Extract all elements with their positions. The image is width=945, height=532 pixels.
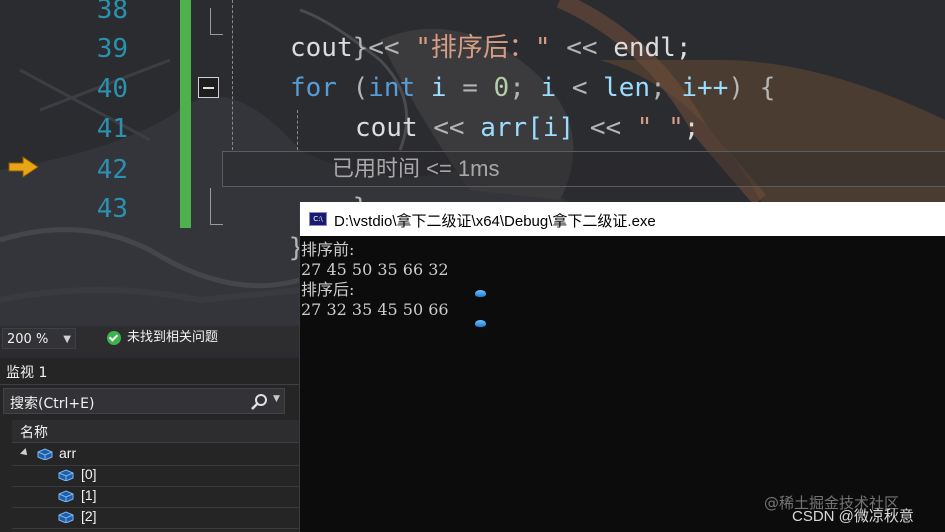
console-output-line: 排序后:: [301, 280, 355, 299]
search-placeholder: 搜索(Ctrl+E): [10, 396, 95, 412]
variable-icon: [58, 469, 74, 481]
current-statement-arrow-icon: [8, 156, 39, 178]
code-string: "排序后：": [415, 33, 551, 63]
watch-column-header: 名称: [12, 420, 299, 443]
code-token: len: [603, 73, 651, 103]
check-circle-icon: [107, 331, 121, 345]
watch-search-input[interactable]: 搜索(Ctrl+E) ▼: [3, 388, 285, 414]
line-number: 43: [96, 194, 128, 224]
code-token: {: [759, 73, 776, 103]
variable-icon: [58, 511, 74, 523]
variable-icon: [58, 490, 74, 502]
code-string: " ": [636, 113, 684, 143]
console-output-line: 排序前:: [301, 240, 355, 259]
watermark: CSDN @微凉秋意: [792, 508, 914, 525]
code-line-41: cout << arr[i] << " ";: [355, 108, 699, 148]
watch-row-label: [0]: [81, 466, 97, 482]
watch-row-arr[interactable]: arr: [12, 444, 299, 466]
code-token: ;: [650, 73, 666, 103]
collapse-toggle-icon[interactable]: [198, 77, 219, 98]
block-guide-bracket: [210, 188, 223, 225]
code-line-40: for (int i = 0; i < len; i++) {: [290, 68, 775, 108]
code-token: cout: [290, 33, 353, 63]
console-titlebar[interactable]: C:\ D:\vstdio\拿下二级证\x64\Debug\拿下二级证.exe: [300, 202, 945, 236]
code-line-39: cout << "排序后：" << endl;: [290, 28, 691, 68]
issues-status[interactable]: 未找到相关问题: [127, 329, 218, 347]
code-token: <<: [566, 33, 598, 63]
watch-row-element[interactable]: [2]: [12, 507, 299, 529]
divider: [0, 384, 299, 385]
chevron-down-icon: ▼: [63, 334, 71, 345]
perf-tip[interactable]: 已用时间 <= 1ms: [332, 152, 499, 186]
console-window[interactable]: C:\ D:\vstdio\拿下二级证\x64\Debug\拿下二级证.exe …: [299, 202, 945, 532]
code-token: ): [728, 73, 745, 103]
code-number: 0: [493, 73, 510, 103]
cursor-decoration-icon: [475, 320, 486, 327]
watch-panel: 监视 1 搜索(Ctrl+E) ▼ 名称 arr [0] [1] [2]: [0, 358, 299, 532]
indent-guide: [297, 110, 298, 150]
line-number: 39: [96, 34, 128, 64]
code-token: <<: [368, 33, 400, 63]
line-number: 42: [96, 155, 128, 185]
line-number: 38: [96, 0, 128, 25]
code-token: i: [540, 73, 557, 103]
zoom-select[interactable]: 200 % ▼: [2, 328, 76, 349]
chevron-down-icon[interactable]: ▼: [273, 394, 280, 404]
search-icon[interactable]: [250, 393, 268, 411]
cursor-decoration-icon: [475, 290, 486, 297]
watch-row-element[interactable]: [0]: [12, 465, 299, 487]
watch-row-label: [1]: [81, 487, 97, 503]
console-app-icon: C:\: [309, 212, 327, 226]
code-keyword: int: [368, 73, 416, 103]
code-token: cout: [355, 113, 418, 143]
block-guide-bracket: [210, 8, 223, 35]
code-token: i++: [681, 73, 729, 103]
code-token: ;: [509, 73, 525, 103]
editor-status-strip: 200 % ▼ 未找到相关问题: [0, 326, 299, 351]
watch-row-label: arr: [59, 445, 77, 461]
code-token: endl: [613, 33, 676, 63]
variable-icon: [37, 448, 53, 460]
code-token: ;: [683, 113, 700, 143]
console-output-line: 27 45 50 35 66 32: [301, 260, 449, 279]
line-number: 41: [96, 114, 128, 144]
watch-panel-title[interactable]: 监视 1: [6, 362, 47, 382]
console-output-line: 27 32 35 45 50 66: [301, 300, 449, 319]
indent-guide: [232, 0, 233, 150]
zoom-value: 200 %: [7, 332, 49, 347]
change-tracking-bar: [180, 0, 191, 228]
code-keyword: for: [290, 73, 337, 103]
line-number: 40: [96, 74, 128, 104]
console-title: D:\vstdio\拿下二级证\x64\Debug\拿下二级证.exe: [334, 213, 656, 230]
code-token: arr[i]: [480, 113, 575, 143]
code-token: =: [462, 73, 478, 103]
code-token: (: [352, 73, 369, 103]
code-token: <<: [589, 113, 622, 143]
code-token: <<: [433, 113, 465, 143]
expand-arrow-icon[interactable]: [20, 448, 30, 458]
code-token: ;: [675, 33, 692, 63]
code-token: <: [571, 73, 588, 103]
watch-row-label: [2]: [81, 508, 97, 524]
watch-row-element[interactable]: [1]: [12, 486, 299, 508]
code-token: i: [430, 73, 447, 103]
column-name-label[interactable]: 名称: [20, 422, 48, 442]
code-line-43: }: [226, 188, 305, 308]
